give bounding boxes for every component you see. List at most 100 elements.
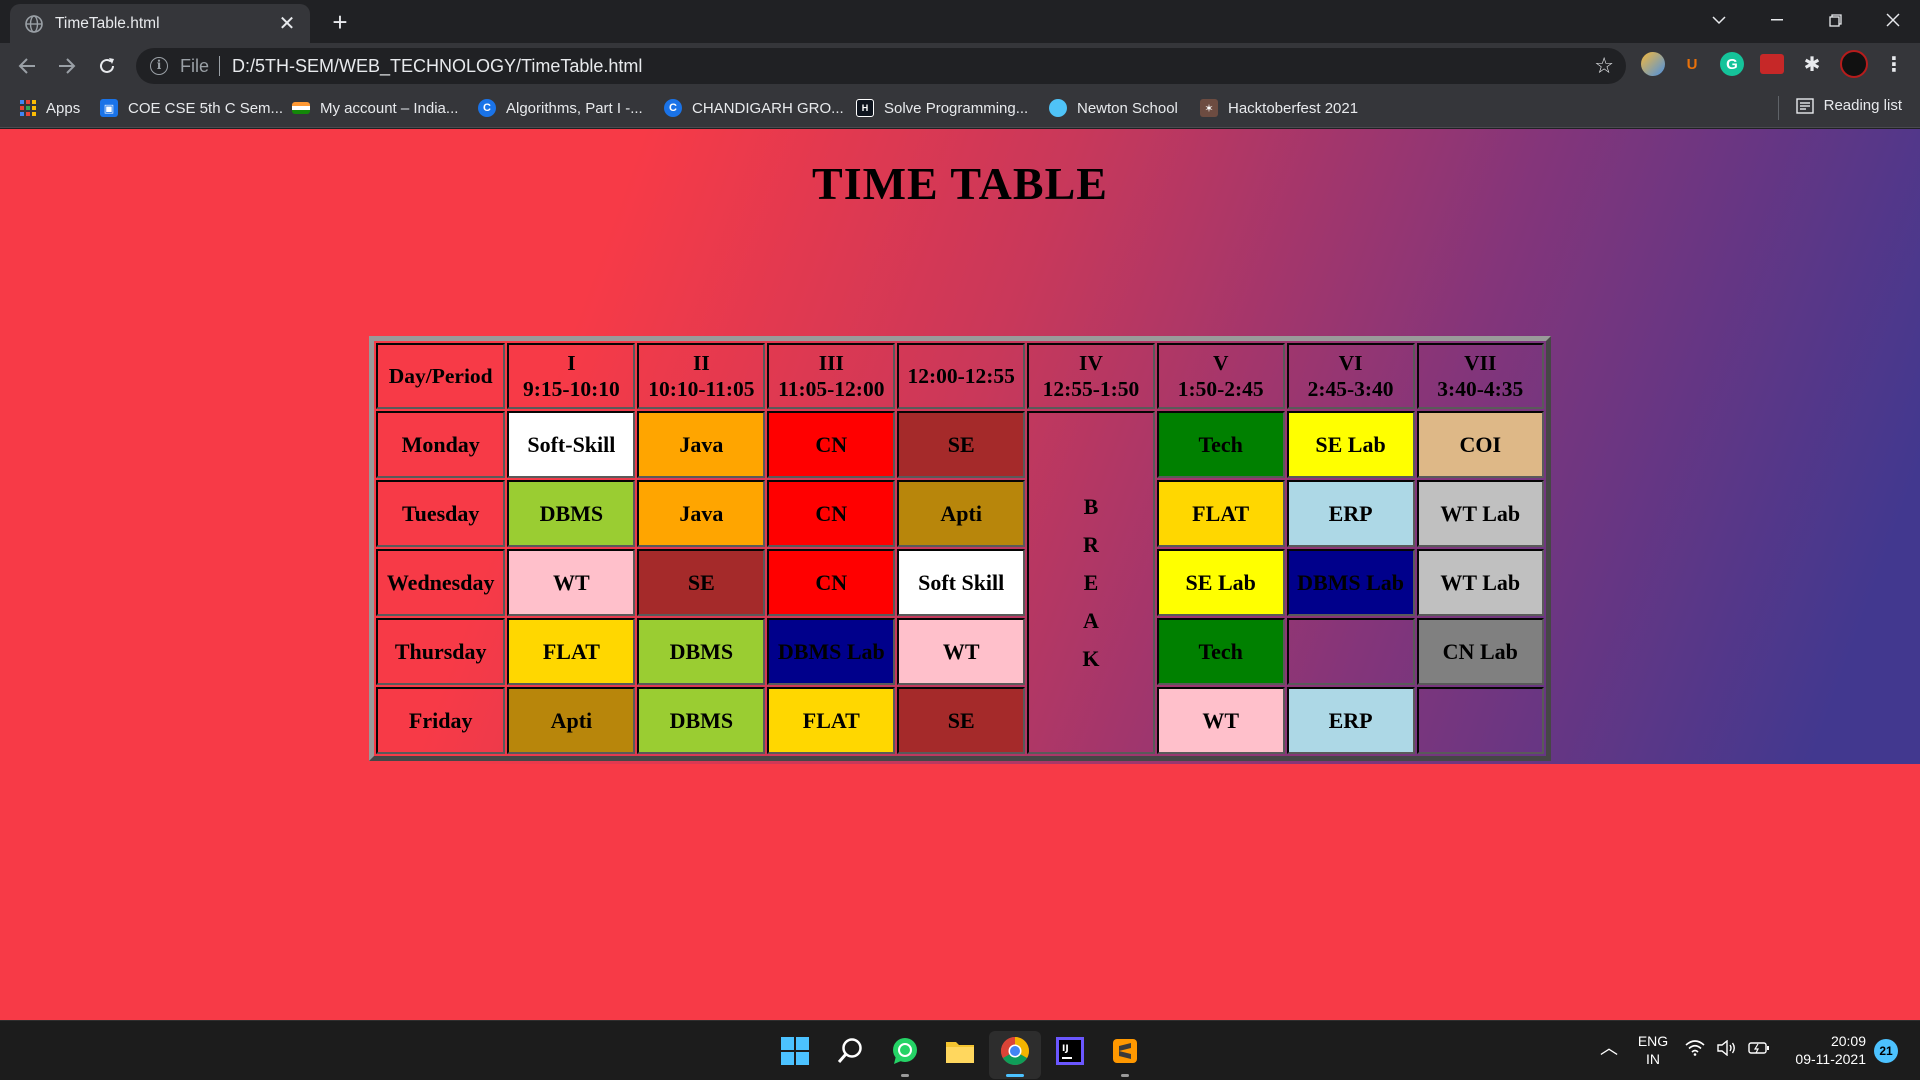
bookmark-apps[interactable]: Apps <box>20 97 80 119</box>
ext-red-icon[interactable] <box>1760 54 1784 74</box>
subject-cell: Java <box>637 480 766 547</box>
bookmark-label: Algorithms, Part I -... <box>506 99 643 117</box>
forward-arrow-icon[interactable] <box>50 49 84 83</box>
subject-cell: Tech <box>1156 411 1285 478</box>
site-info-icon[interactable]: i <box>150 57 168 75</box>
bookmark-star-icon[interactable]: ☆ <box>1594 53 1614 79</box>
day-cell: Thursday <box>376 618 506 685</box>
bookmark-item[interactable]: C CHANDIGARH GRO... <box>664 97 844 119</box>
break-letter: E <box>1083 569 1099 595</box>
break-letter: A <box>1083 607 1099 633</box>
restore-icon[interactable] <box>1806 0 1864 40</box>
header-period-1: I 9:15-10:10 <box>507 343 636 409</box>
subject-cell <box>1286 618 1415 685</box>
day-cell: Wednesday <box>376 549 506 616</box>
wifi-icon[interactable] <box>1684 1037 1706 1059</box>
subject-cell: WT Lab <box>1416 480 1544 547</box>
bookmark-item[interactable]: H Solve Programming... <box>856 97 1028 119</box>
subject-cell: CN <box>767 411 896 478</box>
coursera-icon: C <box>664 99 682 117</box>
table-row: Friday Apti DBMS FLAT SE WT ERP <box>376 687 1544 754</box>
search-icon[interactable] <box>832 1033 868 1069</box>
subject-cell: CN Lab <box>1416 618 1544 685</box>
new-tab-button[interactable]: + <box>325 8 355 38</box>
subject-cell: ERP <box>1286 480 1415 547</box>
subject-cell: SE Lab <box>1286 411 1415 478</box>
day-cell: Friday <box>376 687 506 754</box>
sublime-icon[interactable] <box>1107 1033 1143 1069</box>
clock-time: 20:09 <box>1830 1033 1866 1049</box>
profile-avatar[interactable] <box>1840 50 1868 78</box>
close-tab-icon[interactable]: ✕ <box>276 13 298 35</box>
language-indicator[interactable]: ENG IN <box>1636 1032 1670 1068</box>
divider <box>219 56 221 76</box>
subject-cell: FLAT <box>1156 480 1285 547</box>
grammarly-icon[interactable]: G <box>1720 52 1744 76</box>
header-lunch-slot: 12:00-12:55 <box>897 343 1026 409</box>
table-row: Tuesday DBMS Java CN Apti FLAT ERP WT Lab <box>376 480 1544 547</box>
volume-icon[interactable] <box>1716 1037 1738 1059</box>
bookmarks-bar: Apps ▣ COE CSE 5th C Sem... My account –… <box>0 88 1920 128</box>
intellij-icon[interactable]: IJ <box>1052 1033 1088 1069</box>
bookmark-item[interactable]: My account – India... <box>292 97 458 119</box>
page-body: TIME TABLE Day/Period I 9:15-10:10 II 10:1… <box>0 129 1920 764</box>
bookmark-item[interactable]: C Algorithms, Part I -... <box>478 97 643 119</box>
file-explorer-icon[interactable] <box>942 1033 978 1069</box>
subject-cell: ERP <box>1286 687 1415 754</box>
hackerrank-icon: H <box>856 99 874 117</box>
whatsapp-icon[interactable] <box>887 1033 923 1069</box>
taskbar: IJ ︿ ENG IN 20:09 09-11-2021 <box>0 1020 1920 1080</box>
table-row: Wednesday WT SE CN Soft Skill SE Lab DBMS Lab W… <box>376 549 1544 616</box>
subject-cell: DBMS <box>637 687 766 754</box>
page-viewport: TIME TABLE Day/Period I 9:15-10:10 II 10:1… <box>0 129 1920 1020</box>
close-window-icon[interactable] <box>1864 0 1920 40</box>
bookmark-item[interactable]: Newton School <box>1049 97 1178 119</box>
tab-title: TimeTable.html <box>55 14 160 32</box>
browser-toolbar: i File D:/5TH-SEM/WEB_TECHNOLOGY/TimeTab… <box>0 43 1920 88</box>
subject-cell: SE <box>897 687 1026 754</box>
browser-tab[interactable]: TimeTable.html ✕ <box>10 4 310 43</box>
bookmark-item[interactable]: ▣ COE CSE 5th C Sem... <box>100 97 283 119</box>
subject-cell: Java <box>637 411 766 478</box>
bookmark-label: My account – India... <box>320 99 459 117</box>
notification-badge[interactable]: 21 <box>1874 1039 1898 1063</box>
running-indicator <box>901 1074 909 1077</box>
windows-start-icon[interactable] <box>777 1033 813 1069</box>
bookmark-label: Apps <box>46 99 81 117</box>
puzzle-icon[interactable]: ✱ <box>1800 52 1824 76</box>
menu-kebab-icon[interactable]: ⋮ <box>1882 52 1906 76</box>
clock[interactable]: 20:09 09-11-2021 <box>1780 1032 1866 1068</box>
battery-icon[interactable] <box>1748 1037 1770 1059</box>
clock-date: 09-11-2021 <box>1795 1051 1866 1067</box>
bookmark-label: CHANDIGARH GRO... <box>692 99 844 117</box>
reload-icon[interactable] <box>90 49 124 83</box>
apps-grid-icon <box>20 100 36 116</box>
url-text[interactable]: D:/5TH-SEM/WEB_TECHNOLOGY/TimeTable.html <box>232 56 642 77</box>
header-day-period: Day/Period <box>376 343 506 409</box>
back-arrow-icon[interactable] <box>10 49 44 83</box>
chevron-up-icon[interactable]: ︿ <box>1600 1039 1618 1057</box>
chrome-ext-icon[interactable] <box>1641 52 1665 76</box>
reading-list-button[interactable]: Reading list <box>1795 97 1902 114</box>
ublock-icon[interactable]: U <box>1680 52 1704 76</box>
bookmark-label: Newton School <box>1077 99 1178 117</box>
header-period-4: IV 12:55-1:50 <box>1027 343 1155 409</box>
header-period-5: V 1:50-2:45 <box>1156 343 1285 409</box>
subject-cell: DBMS <box>507 480 636 547</box>
india-flag-icon <box>292 102 310 114</box>
reading-list-icon <box>1795 97 1814 114</box>
tab-search-icon[interactable] <box>1690 0 1748 40</box>
subject-cell: WT Lab <box>1416 549 1544 616</box>
subject-cell: DBMS Lab <box>767 618 896 685</box>
header-period-6: VI 2:45-3:40 <box>1286 343 1415 409</box>
chrome-icon[interactable] <box>997 1033 1033 1069</box>
bookmark-item[interactable]: ✶ Hacktoberfest 2021 <box>1200 97 1358 119</box>
subject-cell: FLAT <box>767 687 896 754</box>
subject-cell: WT <box>1156 687 1285 754</box>
minimize-icon[interactable] <box>1748 0 1806 40</box>
running-indicator <box>1006 1074 1024 1077</box>
subject-cell: Apti <box>507 687 636 754</box>
header-period-2: II 10:10-11:05 <box>637 343 766 409</box>
address-bar[interactable]: i File D:/5TH-SEM/WEB_TECHNOLOGY/TimeTab… <box>136 48 1626 84</box>
bookmark-label: COE CSE 5th C Sem... <box>128 99 284 117</box>
